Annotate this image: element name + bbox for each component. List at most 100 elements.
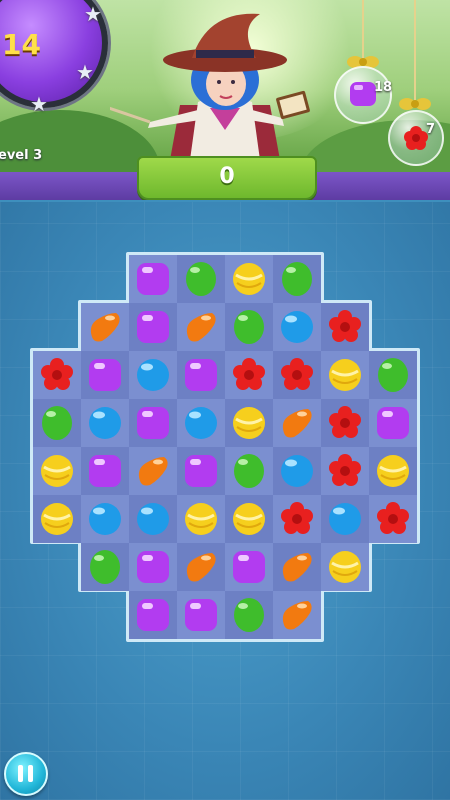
board-cell[interactable] bbox=[225, 255, 273, 303]
blue-candy-icon[interactable] bbox=[86, 405, 124, 441]
orange-candy-icon[interactable] bbox=[134, 453, 172, 489]
purple-candy-icon[interactable] bbox=[134, 405, 172, 441]
board-cell[interactable] bbox=[177, 399, 225, 447]
board-cell[interactable] bbox=[321, 303, 369, 351]
board-cell[interactable] bbox=[177, 447, 225, 495]
green-candy-icon[interactable] bbox=[374, 357, 412, 393]
board-cell[interactable] bbox=[225, 399, 273, 447]
blue-candy-icon[interactable] bbox=[86, 501, 124, 537]
board-cell[interactable] bbox=[321, 495, 369, 543]
red-candy-icon[interactable] bbox=[38, 357, 76, 393]
board-cell[interactable] bbox=[33, 447, 81, 495]
yellow-candy-icon[interactable] bbox=[230, 261, 268, 297]
board-cell[interactable] bbox=[177, 591, 225, 639]
purple-candy-icon[interactable] bbox=[230, 549, 268, 585]
green-candy-icon[interactable] bbox=[230, 597, 268, 633]
blue-candy-icon[interactable] bbox=[134, 501, 172, 537]
board-cell[interactable] bbox=[369, 447, 417, 495]
board-cell[interactable] bbox=[129, 543, 177, 591]
purple-candy-icon[interactable] bbox=[134, 549, 172, 585]
red-candy-icon[interactable] bbox=[278, 357, 316, 393]
blue-candy-icon[interactable] bbox=[326, 501, 364, 537]
board-cell[interactable] bbox=[129, 351, 177, 399]
board-cell[interactable] bbox=[273, 495, 321, 543]
board-cell[interactable] bbox=[273, 303, 321, 351]
orange-candy-icon[interactable] bbox=[86, 309, 124, 345]
purple-candy-icon[interactable] bbox=[86, 453, 124, 489]
green-candy-icon[interactable] bbox=[182, 261, 220, 297]
orange-candy-icon[interactable] bbox=[182, 549, 220, 585]
board-cell[interactable] bbox=[321, 399, 369, 447]
board-cell[interactable] bbox=[273, 447, 321, 495]
yellow-candy-icon[interactable] bbox=[230, 405, 268, 441]
board-cell[interactable] bbox=[81, 543, 129, 591]
board-cell[interactable] bbox=[33, 399, 81, 447]
board-cell[interactable] bbox=[81, 303, 129, 351]
board-cell[interactable] bbox=[273, 255, 321, 303]
board-cell[interactable] bbox=[129, 447, 177, 495]
green-candy-icon[interactable] bbox=[38, 405, 76, 441]
board-cell[interactable] bbox=[369, 399, 417, 447]
orange-candy-icon[interactable] bbox=[278, 597, 316, 633]
red-candy-icon[interactable] bbox=[278, 501, 316, 537]
orange-candy-icon[interactable] bbox=[182, 309, 220, 345]
board-cell[interactable] bbox=[129, 495, 177, 543]
board-cell[interactable] bbox=[33, 351, 81, 399]
yellow-candy-icon[interactable] bbox=[326, 357, 364, 393]
blue-candy-icon[interactable] bbox=[134, 357, 172, 393]
pause-button[interactable] bbox=[4, 752, 48, 796]
red-candy-icon[interactable] bbox=[230, 357, 268, 393]
board-cell[interactable] bbox=[81, 495, 129, 543]
blue-candy-icon[interactable] bbox=[278, 453, 316, 489]
yellow-candy-icon[interactable] bbox=[374, 453, 412, 489]
orange-candy-icon[interactable] bbox=[278, 549, 316, 585]
yellow-candy-icon[interactable] bbox=[38, 501, 76, 537]
purple-candy-icon[interactable] bbox=[134, 597, 172, 633]
purple-candy-icon[interactable] bbox=[182, 597, 220, 633]
board-cell[interactable] bbox=[225, 303, 273, 351]
board-cell[interactable] bbox=[81, 351, 129, 399]
purple-candy-icon[interactable] bbox=[86, 357, 124, 393]
board-cell[interactable] bbox=[225, 591, 273, 639]
yellow-candy-icon[interactable] bbox=[326, 549, 364, 585]
purple-candy-icon[interactable] bbox=[182, 357, 220, 393]
board-cell[interactable] bbox=[33, 495, 81, 543]
purple-candy-icon[interactable] bbox=[134, 261, 172, 297]
board-cell[interactable] bbox=[177, 351, 225, 399]
board-cell[interactable] bbox=[177, 543, 225, 591]
green-candy-icon[interactable] bbox=[278, 261, 316, 297]
yellow-candy-icon[interactable] bbox=[182, 501, 220, 537]
blue-candy-icon[interactable] bbox=[278, 309, 316, 345]
board-cell[interactable] bbox=[369, 351, 417, 399]
red-candy-icon[interactable] bbox=[326, 405, 364, 441]
purple-candy-icon[interactable] bbox=[374, 405, 412, 441]
board-cell[interactable] bbox=[81, 399, 129, 447]
board-cell[interactable] bbox=[225, 495, 273, 543]
board-cell[interactable] bbox=[369, 495, 417, 543]
blue-candy-icon[interactable] bbox=[182, 405, 220, 441]
board-cell[interactable] bbox=[129, 255, 177, 303]
board-cell[interactable] bbox=[225, 447, 273, 495]
board-cell[interactable] bbox=[273, 543, 321, 591]
board-cell[interactable] bbox=[273, 399, 321, 447]
yellow-candy-icon[interactable] bbox=[38, 453, 76, 489]
board-cell[interactable] bbox=[321, 447, 369, 495]
board-cell[interactable] bbox=[225, 351, 273, 399]
board-cell[interactable] bbox=[321, 351, 369, 399]
board-cell[interactable] bbox=[129, 591, 177, 639]
red-candy-icon[interactable] bbox=[374, 501, 412, 537]
board-cell[interactable] bbox=[129, 303, 177, 351]
board-cell[interactable] bbox=[81, 447, 129, 495]
board-cell[interactable] bbox=[177, 255, 225, 303]
board-cell[interactable] bbox=[321, 543, 369, 591]
purple-candy-icon[interactable] bbox=[182, 453, 220, 489]
board-cell[interactable] bbox=[273, 351, 321, 399]
purple-candy-icon[interactable] bbox=[134, 309, 172, 345]
red-candy-icon[interactable] bbox=[326, 309, 364, 345]
green-candy-icon[interactable] bbox=[230, 453, 268, 489]
green-candy-icon[interactable] bbox=[230, 309, 268, 345]
board-cell[interactable] bbox=[273, 591, 321, 639]
red-candy-icon[interactable] bbox=[326, 453, 364, 489]
board-cell[interactable] bbox=[177, 495, 225, 543]
orange-candy-icon[interactable] bbox=[278, 405, 316, 441]
